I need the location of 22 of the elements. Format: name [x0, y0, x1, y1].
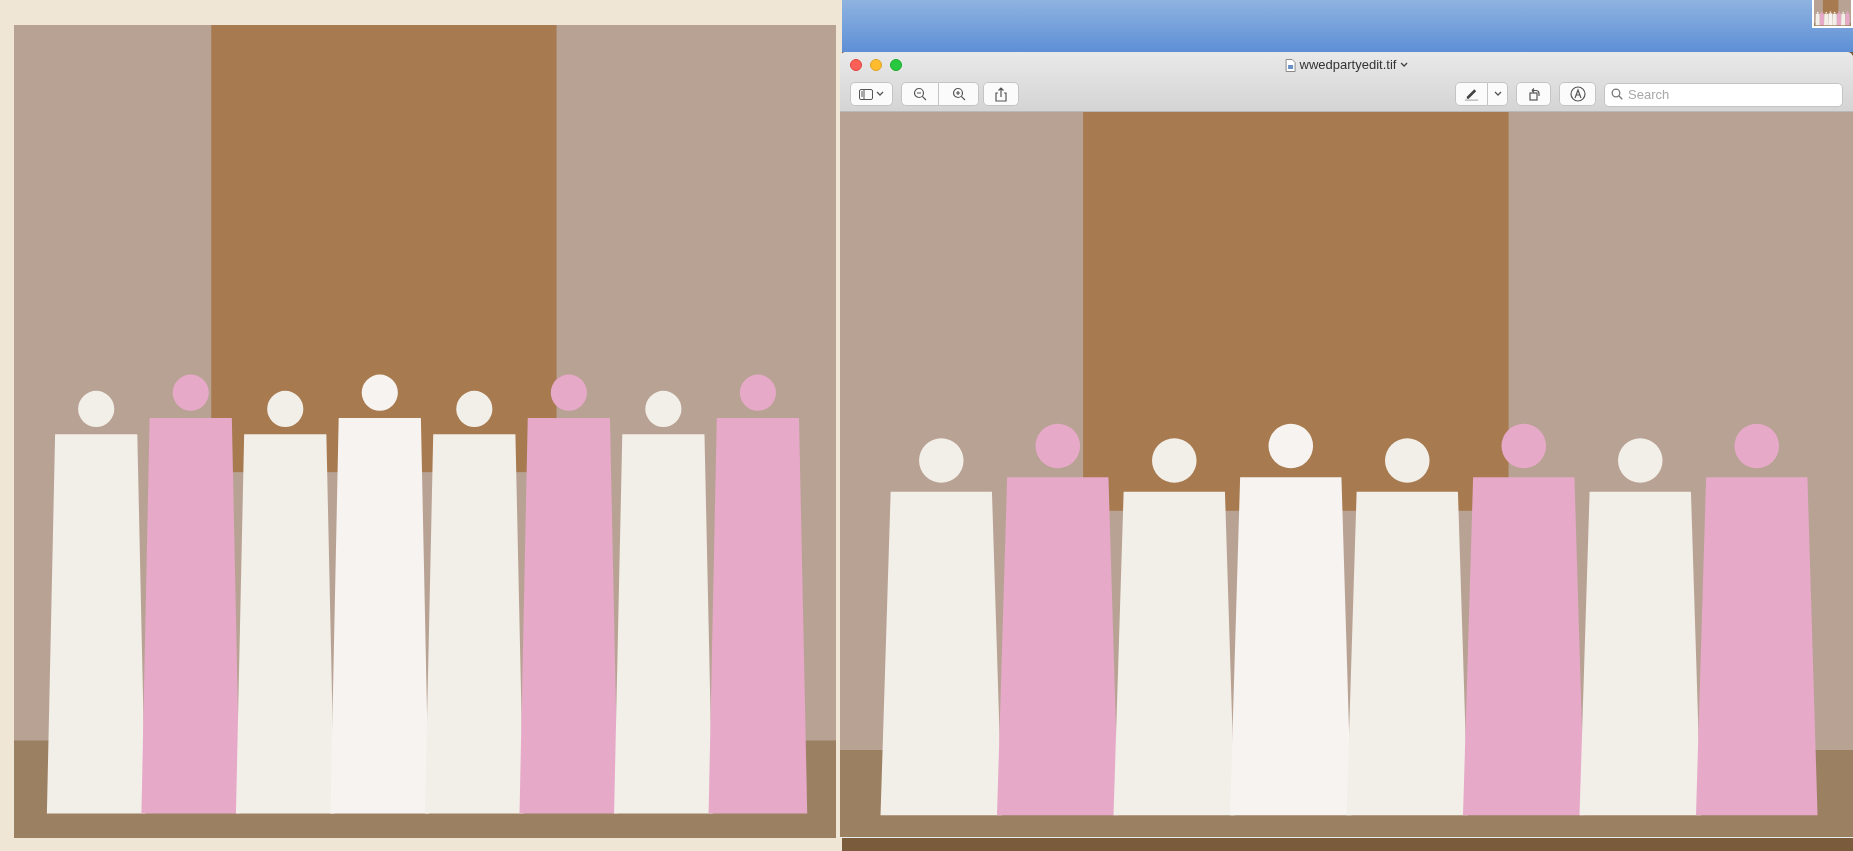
caret-icon — [876, 91, 884, 97]
chevron-down-icon[interactable] — [1400, 62, 1409, 68]
share-icon — [995, 86, 1007, 102]
document-icon — [1284, 58, 1296, 72]
zoom-button[interactable] — [890, 59, 902, 71]
share-button[interactable] — [983, 82, 1019, 106]
search-field[interactable]: Search — [1604, 82, 1843, 107]
sidebar-button[interactable] — [850, 82, 893, 106]
zoom-out-button[interactable] — [901, 82, 939, 106]
close-button[interactable] — [850, 59, 862, 71]
zoom-out-icon — [913, 87, 927, 101]
rotate-button[interactable] — [1516, 82, 1551, 106]
caret-icon — [1493, 91, 1502, 97]
zoom-in-button[interactable] — [939, 82, 979, 106]
markup-icon — [1569, 86, 1586, 102]
sidebar-icon — [859, 88, 873, 100]
rotate-icon — [1526, 87, 1541, 101]
pen-icon — [1464, 87, 1479, 101]
zoom-in-icon — [951, 87, 966, 101]
window-title: wwedpartyedit.tif — [1299, 56, 1397, 75]
markup-pen-button[interactable] — [1455, 82, 1488, 106]
markup-button[interactable] — [1559, 82, 1596, 106]
